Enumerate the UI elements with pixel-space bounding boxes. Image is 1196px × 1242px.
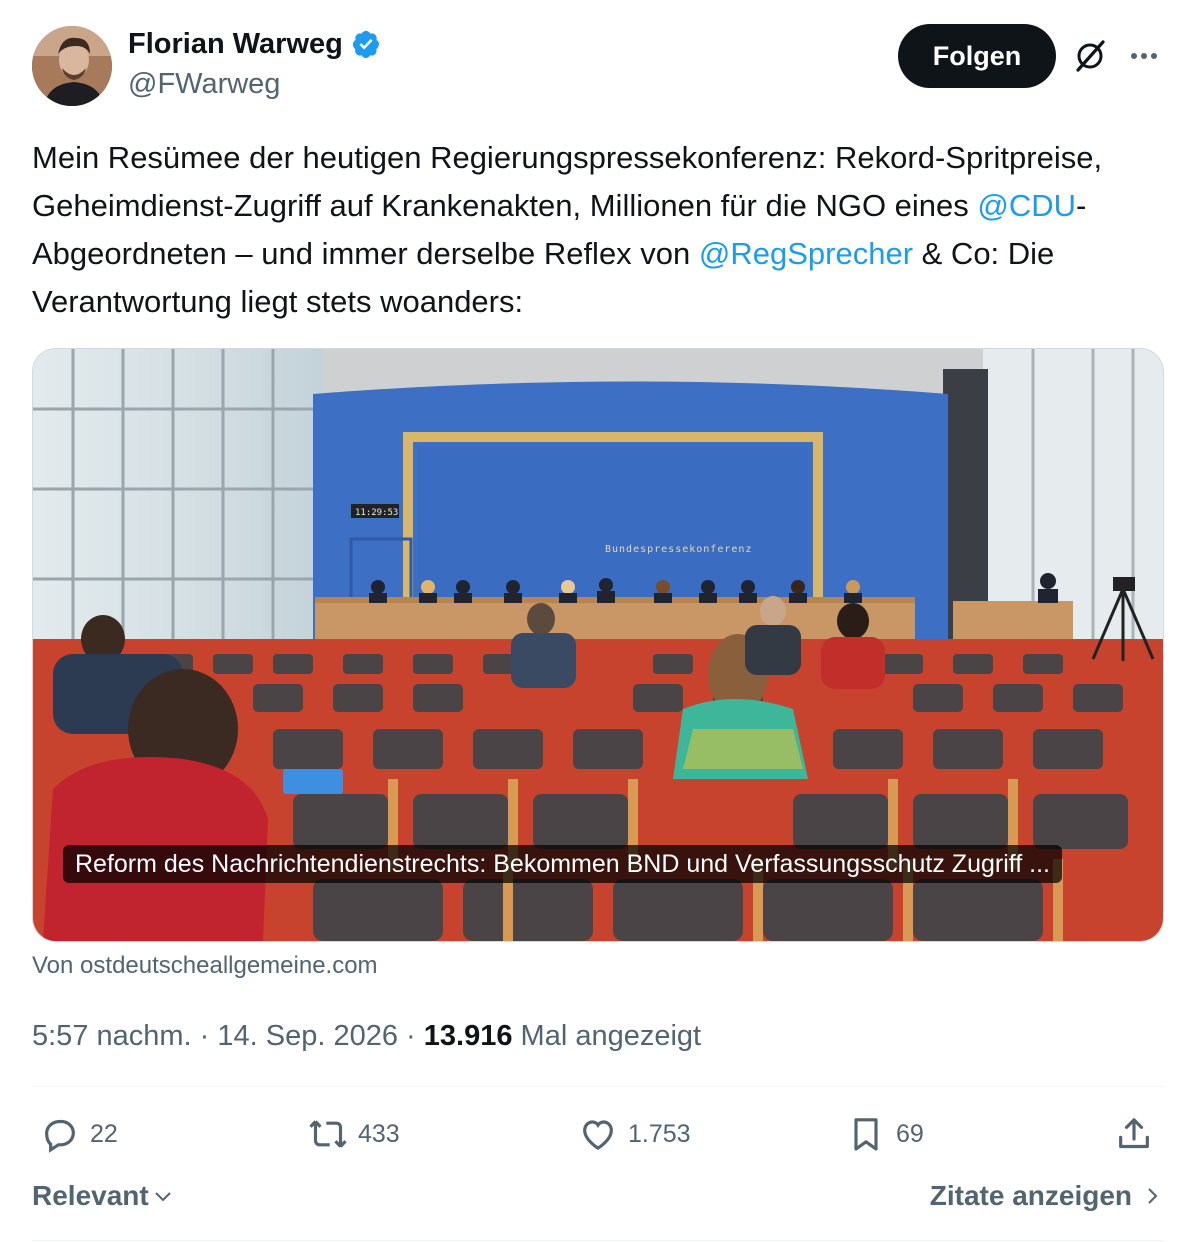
views-label: Mal angezeigt [512, 1020, 702, 1052]
sign-text: Bundespressekonferenz [605, 544, 752, 555]
sort-dropdown[interactable]: Relevant [32, 1180, 175, 1212]
share-icon [1119, 1118, 1149, 1149]
avatar[interactable] [32, 26, 112, 106]
tweet-text: Mein Resümee der heutigen Regierungspres… [32, 134, 1164, 326]
tweet-date[interactable]: 14. Sep. 2026 [217, 1020, 398, 1052]
link-card[interactable]: 11:29:53 Bundespressekonferenz Reform de… [32, 348, 1164, 942]
share-button[interactable] [1114, 1114, 1154, 1154]
repost-button[interactable]: 433 [308, 1114, 400, 1154]
view-quotes-link[interactable]: Zitate anzeigen [930, 1180, 1164, 1212]
heart-icon [583, 1120, 613, 1151]
repost-icon [309, 1120, 347, 1148]
tweet-meta: 5:57 nachm. · 14. Sep. 2026 · 13.916 Mal… [32, 1016, 701, 1056]
clock-text: 11:29:53 [355, 508, 398, 518]
sort-label[interactable]: Relevant [32, 1180, 149, 1212]
tweet-header: Florian Warweg @FWarweg Folgen [32, 22, 1164, 106]
like-count: 1.753 [628, 1119, 691, 1148]
reply-button[interactable]: 22 [40, 1114, 118, 1154]
divider [32, 1240, 1164, 1241]
display-name[interactable]: Florian Warweg [128, 26, 343, 62]
handle[interactable]: @FWarweg [128, 64, 381, 104]
like-button[interactable]: 1.753 [578, 1114, 691, 1154]
meta-separator: · [191, 1020, 218, 1052]
repost-count: 433 [358, 1119, 400, 1148]
mention-link-regsprecher[interactable]: @RegSprecher [699, 236, 913, 271]
tweet-time[interactable]: 5:57 nachm. [32, 1020, 192, 1052]
grok-icon[interactable] [1072, 38, 1108, 74]
action-bar: 22 433 1.753 69 [32, 1114, 1164, 1162]
tweet-text-part: Mein Resümee der heutigen Regierungspres… [32, 140, 1103, 223]
reply-icon [45, 1119, 75, 1153]
tweet: Florian Warweg @FWarweg Folgen Mein Resü… [32, 22, 1164, 1241]
views-count: 13.916 [423, 1020, 513, 1052]
follow-button[interactable]: Folgen [898, 24, 1056, 88]
card-title[interactable]: Reform des Nachrichtendienstrechts: Beko… [63, 845, 1062, 883]
display-name-row[interactable]: Florian Warweg [128, 26, 381, 62]
avatar-image [32, 26, 112, 106]
bookmark-button[interactable]: 69 [846, 1114, 924, 1154]
bookmark-icon [854, 1118, 878, 1151]
verified-badge-icon[interactable] [351, 29, 381, 59]
meta-separator: · [398, 1020, 424, 1052]
quotes-label[interactable]: Zitate anzeigen [930, 1180, 1132, 1212]
reply-count: 22 [90, 1119, 118, 1148]
author-names: Florian Warweg @FWarweg [128, 26, 381, 104]
card-source[interactable]: Von ostdeutscheallgemeine.com [32, 952, 378, 980]
mention-link-cdu[interactable]: @CDU [977, 188, 1076, 223]
chevron-right-icon[interactable] [1140, 1184, 1164, 1208]
chevron-down-icon[interactable] [151, 1184, 175, 1208]
bookmark-count: 69 [896, 1119, 924, 1148]
replies-controls: Relevant Zitate anzeigen [32, 1180, 1164, 1220]
more-icon[interactable] [1126, 38, 1162, 74]
divider [32, 1086, 1164, 1087]
